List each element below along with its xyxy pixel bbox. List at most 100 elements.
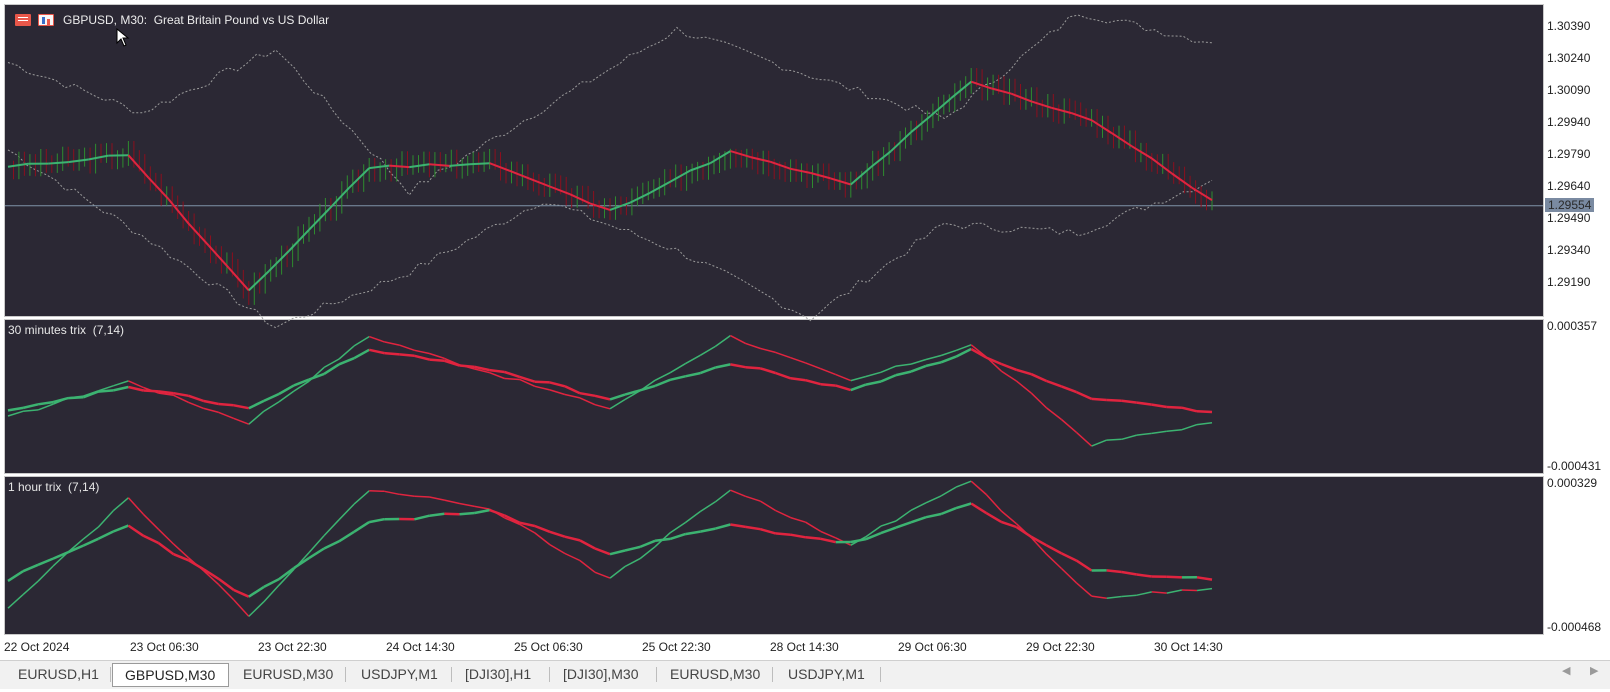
trix-slow-line xyxy=(113,385,129,392)
trix-fast-line xyxy=(805,362,821,370)
trix-fast-line xyxy=(549,389,566,396)
trix-slow-line xyxy=(1061,385,1077,394)
tab-usdjpy-m1-2[interactable]: USDJPY,M1 xyxy=(788,663,865,685)
trix-slow-line xyxy=(489,368,505,374)
tab-eurusd-m30[interactable]: EURUSD,M30 xyxy=(243,663,333,685)
price-smoothed-line xyxy=(308,208,330,231)
trix-fast-line xyxy=(188,401,204,410)
trix-slow-line xyxy=(112,524,129,533)
trix-slow-line xyxy=(685,371,701,378)
trix-fast-line xyxy=(639,546,656,560)
trix-fast-line xyxy=(1061,418,1077,433)
tab-eurusd-h1[interactable]: EURUSD,H1 xyxy=(18,663,99,685)
tab-usdjpy-m1[interactable]: USDJPY,M1 xyxy=(361,663,438,685)
trix-slow-line xyxy=(955,502,972,510)
trix-slow-line xyxy=(790,377,806,382)
trix-slow-line xyxy=(414,354,430,361)
price-smoothed-line xyxy=(910,114,932,133)
trix-slow-line xyxy=(399,353,415,358)
trix-fast-line xyxy=(745,495,761,502)
tab-separator xyxy=(772,667,773,682)
trix-fast-line xyxy=(233,417,250,425)
tab-dji30-h1[interactable]: [DJI30],H1 xyxy=(465,663,531,685)
tab-eurusd-m30-2[interactable]: EURUSD,M30 xyxy=(670,663,760,685)
price-smoothed-line xyxy=(268,250,290,272)
trix-slow-line xyxy=(850,383,867,392)
tabs-scroll-left-icon[interactable]: ◀ xyxy=(1562,664,1570,677)
price-smoothed-line xyxy=(970,80,992,90)
time-tick: 25 Oct 22:30 xyxy=(642,640,711,654)
tabs-scroll-right-icon[interactable]: ▶ xyxy=(1590,664,1598,677)
trix-fast-line xyxy=(384,341,400,346)
trix-slow-line xyxy=(1091,397,1107,402)
trix-fast-line xyxy=(218,411,235,420)
trix-slow-line xyxy=(1015,525,1033,538)
price-smoothed-line xyxy=(469,162,490,166)
trix-fast-line xyxy=(369,490,385,493)
price-smoothed-line xyxy=(1191,186,1213,201)
trix-fast-line xyxy=(549,543,566,555)
trix-fast-line xyxy=(760,500,776,512)
price-smoothed-line xyxy=(288,229,310,252)
tab-gbpusd-m30[interactable]: GBPUSD,M30 xyxy=(112,663,230,687)
trix-fast-line xyxy=(1075,431,1093,447)
price-smoothed-line xyxy=(549,185,571,196)
price-smoothed-line xyxy=(529,177,551,188)
price-smoothed-line xyxy=(649,180,671,194)
time-tick: 29 Oct 06:30 xyxy=(898,640,967,654)
price-smoothed-line xyxy=(429,163,450,167)
trix-fast-line xyxy=(835,373,852,382)
trix-fast-line xyxy=(579,397,596,406)
indicator1-max-label: 0.000357 xyxy=(1547,319,1598,333)
price-tick: 1.29640 xyxy=(1547,179,1591,193)
trix-fast-line xyxy=(112,497,129,512)
trix-slow-line xyxy=(910,364,927,373)
trix-fast-line xyxy=(1045,553,1063,570)
trix-slow-line xyxy=(97,530,114,540)
current-price-label: 1.29554 xyxy=(1545,198,1595,212)
trix-slow-line xyxy=(504,370,521,379)
price-tick: 1.29490 xyxy=(1547,211,1591,225)
trix-slow-line xyxy=(940,506,957,516)
trix-slow-line xyxy=(233,404,250,410)
trix-slow-line xyxy=(579,539,596,550)
trix-fast-line xyxy=(1181,423,1198,431)
trix-slow-line xyxy=(985,512,1002,523)
trix-slow-line xyxy=(745,365,761,370)
trix-fast-line xyxy=(248,410,265,425)
trix-slow-line xyxy=(730,523,746,529)
trix-slow-line xyxy=(429,512,445,517)
tab-separator xyxy=(656,667,657,682)
price-smoothed-line xyxy=(207,244,230,269)
trix-fast-line xyxy=(940,486,957,497)
price-smoothed-line xyxy=(1071,112,1092,122)
trix-slow-line xyxy=(1030,373,1048,383)
trix-slow-line xyxy=(775,371,792,380)
trix-fast-line xyxy=(1060,567,1078,584)
trix-fast-line xyxy=(444,499,460,505)
trix-slow-line xyxy=(7,570,24,582)
trix-fast-line xyxy=(669,521,686,534)
trix-fast-line xyxy=(820,368,837,376)
trix-fast-line xyxy=(564,393,581,399)
trix-slow-line xyxy=(1196,576,1213,581)
trix-fast-line xyxy=(534,385,550,391)
trix-slow-line xyxy=(835,384,852,392)
price-smoothed-line xyxy=(890,131,912,152)
price-smoothed-line xyxy=(810,172,831,180)
trix-slow-line xyxy=(895,521,912,529)
trix-fast-line xyxy=(745,342,761,350)
trix-slow-line xyxy=(203,399,219,406)
trix-fast-line xyxy=(1091,439,1107,447)
trix-fast-line xyxy=(1030,392,1048,409)
tab-dji30-m30[interactable]: [DJI30],M30 xyxy=(563,663,638,685)
trix-fast-line xyxy=(805,521,822,533)
trix-slow-line xyxy=(760,527,776,535)
trix-slow-line xyxy=(940,355,957,364)
trix-slow-line xyxy=(700,527,716,533)
trix-slow-line xyxy=(52,551,69,560)
price-smoothed-line xyxy=(1151,157,1173,175)
trix-fast-line xyxy=(970,480,987,496)
trix-slow-line xyxy=(534,524,551,533)
trix-fast-line xyxy=(730,334,746,345)
